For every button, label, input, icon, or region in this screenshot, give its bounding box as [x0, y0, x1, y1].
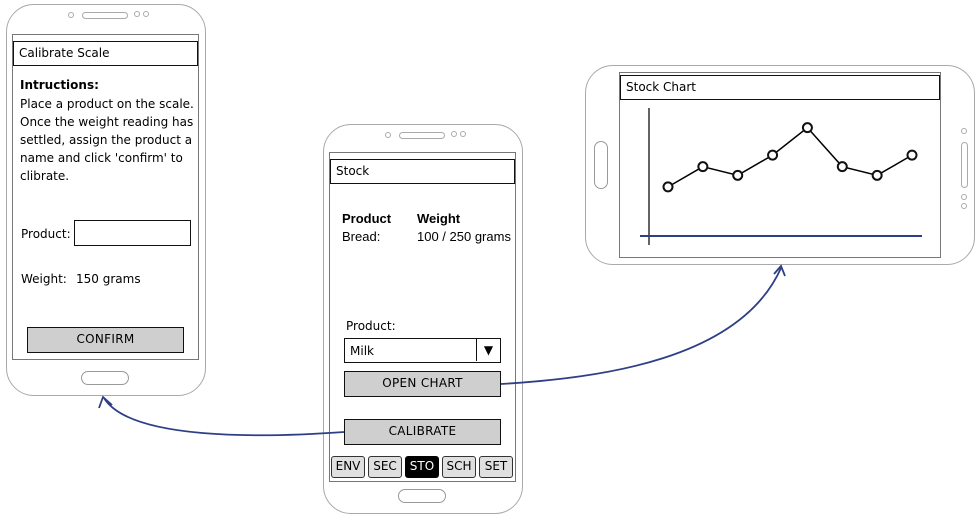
data-point-6: [836, 161, 848, 173]
data-point-8: [906, 149, 918, 161]
data-point-3: [732, 169, 744, 181]
data-point-5: [801, 122, 813, 134]
data-point-2: [697, 161, 709, 173]
data-point-1: [662, 181, 674, 193]
data-point-4: [767, 149, 779, 161]
data-point-7: [871, 169, 883, 181]
stock-line-chart: [640, 108, 922, 245]
